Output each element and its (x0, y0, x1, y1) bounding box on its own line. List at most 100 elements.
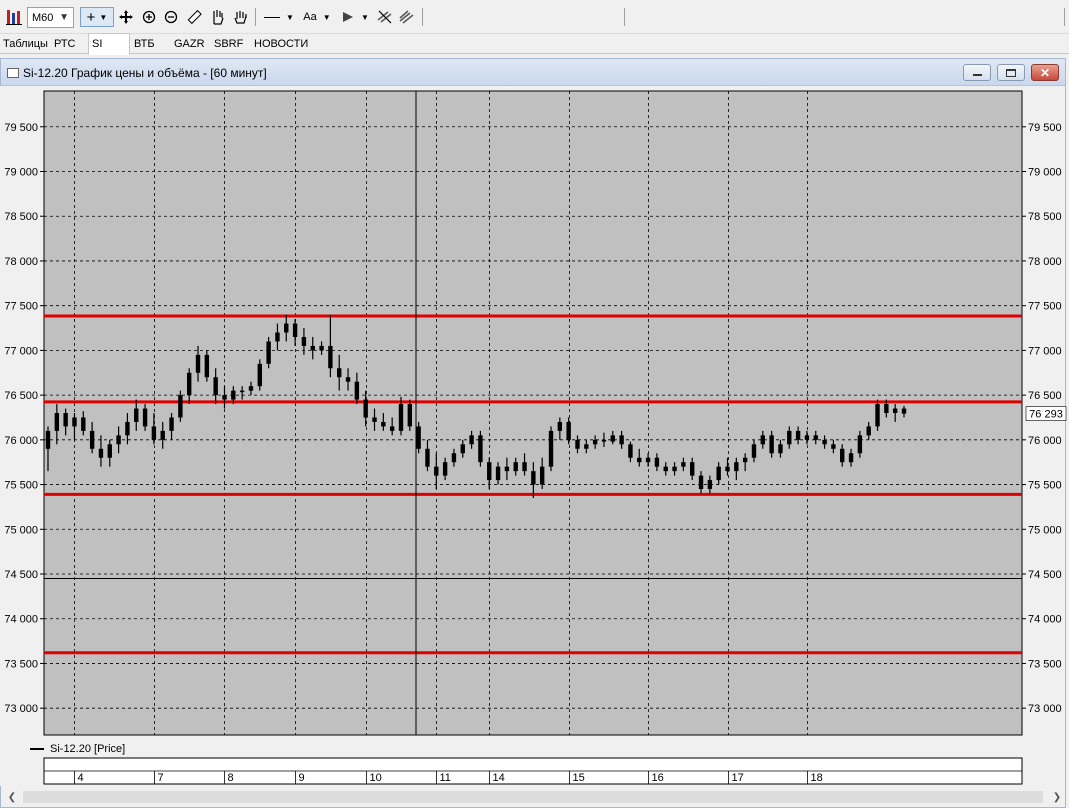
line-tool-button[interactable]: ▼ (262, 7, 296, 27)
chevron-down-icon: ▼ (322, 12, 331, 22)
candle (407, 399, 413, 431)
candle-body (734, 462, 739, 472)
toolbar-separator (1064, 8, 1065, 26)
candle-body (284, 323, 289, 333)
scroll-right-icon[interactable]: ❯ (1050, 790, 1064, 804)
toolbar-separator (422, 8, 423, 26)
tab-rts[interactable]: РТС (51, 34, 79, 54)
candle-body (592, 439, 598, 445)
crosshair-button[interactable]: + ▼ (80, 7, 114, 27)
x-day-label: 4 (78, 772, 84, 784)
zoom-out-icon[interactable] (163, 7, 179, 27)
candle-body (804, 435, 810, 440)
close-button[interactable]: ✕ (1031, 64, 1059, 81)
y-tick-label: 76 000 (4, 435, 38, 447)
candle-body (54, 413, 60, 431)
candle-body (72, 417, 77, 427)
candle-body (125, 421, 130, 436)
candle-body (469, 435, 474, 445)
candle-body (822, 439, 827, 445)
candle-body (813, 435, 818, 440)
candle-body (337, 368, 342, 378)
tab-vtb[interactable]: ВТБ (131, 34, 158, 54)
candle-body (442, 462, 448, 476)
x-day-label: 7 (158, 772, 164, 784)
last-price-marker: 76 293 (1025, 406, 1067, 421)
chevron-down-icon: ▼ (286, 12, 294, 22)
y-tick-label: 79 500 (4, 122, 38, 134)
candle-body (584, 444, 589, 449)
maximize-button[interactable] (997, 64, 1025, 81)
delete-drawings-icon[interactable] (398, 7, 416, 27)
x-day-label: 16 (652, 772, 664, 784)
x-day-label: 10 (370, 772, 382, 784)
candle-body (619, 435, 624, 445)
candle-body (875, 404, 880, 427)
candle-body (345, 377, 351, 382)
pan-hand-icon[interactable] (231, 7, 249, 27)
candle-body (742, 457, 748, 463)
candle (266, 336, 271, 369)
candle-body (81, 417, 86, 431)
candle-body (522, 462, 527, 472)
candle-body (451, 453, 457, 463)
tab-news[interactable]: НОВОСТИ (251, 34, 311, 54)
candle-body (901, 408, 907, 414)
window-titlebar[interactable]: Si-12.20 График цены и объёма - [60 мину… (1, 59, 1065, 86)
candle-body (575, 439, 580, 449)
candle (257, 359, 262, 391)
x-day-label: 9 (299, 772, 305, 784)
y-tick-label: 78 000 (1028, 256, 1062, 268)
plot-area[interactable] (43, 90, 1023, 736)
candle-body (681, 462, 686, 467)
price-chart[interactable]: 79 500 79 000 78 500 78 000 77 500 77 000 76 5… (0, 86, 1069, 786)
zoom-in-icon[interactable] (141, 7, 157, 27)
candle-body (186, 372, 192, 396)
candle-body (557, 421, 563, 431)
candle-body (601, 439, 607, 442)
candle-body (116, 435, 121, 445)
candle-body (248, 386, 254, 391)
text-tool-button[interactable]: Aa ▼ (301, 7, 333, 27)
tab-sbrf[interactable]: SBRF (211, 34, 246, 54)
toolbar: M60 ▼ + ▼ ▼ Aa ▼ ▼ (0, 0, 1069, 34)
candle-body (787, 430, 792, 445)
candle-body (495, 466, 501, 481)
tab-si[interactable]: SI (88, 33, 130, 55)
toolbar-separator (255, 8, 256, 26)
candle-body (698, 475, 704, 490)
candle-body (134, 408, 139, 422)
candle-body (866, 426, 871, 436)
y-tick-label: 76 000 (1028, 435, 1062, 447)
timeframe-select[interactable]: M60 ▼ (27, 7, 74, 28)
y-tick-label: 78 500 (4, 211, 38, 223)
tab-tables[interactable]: Таблицы (0, 34, 51, 54)
candle-body (89, 430, 95, 449)
y-tick-label: 74 500 (4, 569, 38, 581)
candle-body (407, 404, 413, 427)
candle-body (310, 345, 315, 351)
candle-body (460, 444, 465, 454)
y-tick-label: 74 500 (1028, 569, 1062, 581)
candle-body (107, 444, 112, 458)
tab-gazr[interactable]: GAZR (171, 34, 208, 54)
marker-tool-button[interactable]: ▼ (338, 7, 372, 27)
hide-drawings-icon[interactable] (376, 7, 394, 27)
candle (416, 421, 421, 454)
horizontal-scrollbar[interactable]: ❮ ❯ (5, 790, 1064, 804)
hand-select-icon[interactable] (208, 7, 226, 27)
ruler-icon[interactable] (185, 7, 203, 27)
candle-body (416, 426, 421, 449)
x-day-label: 15 (573, 772, 585, 784)
move-icon[interactable] (118, 7, 134, 27)
candle-body (398, 404, 404, 431)
candle-body (725, 466, 730, 472)
scroll-thumb[interactable] (23, 791, 1043, 803)
minimize-button[interactable] (963, 64, 991, 81)
legend: Si-12.20 [Price] (30, 742, 125, 756)
chevron-down-icon: ▼ (99, 12, 108, 22)
candle-body (434, 466, 439, 476)
candle (875, 399, 880, 431)
chart-type-icon[interactable] (4, 7, 24, 27)
scroll-left-icon[interactable]: ❮ (5, 790, 19, 804)
